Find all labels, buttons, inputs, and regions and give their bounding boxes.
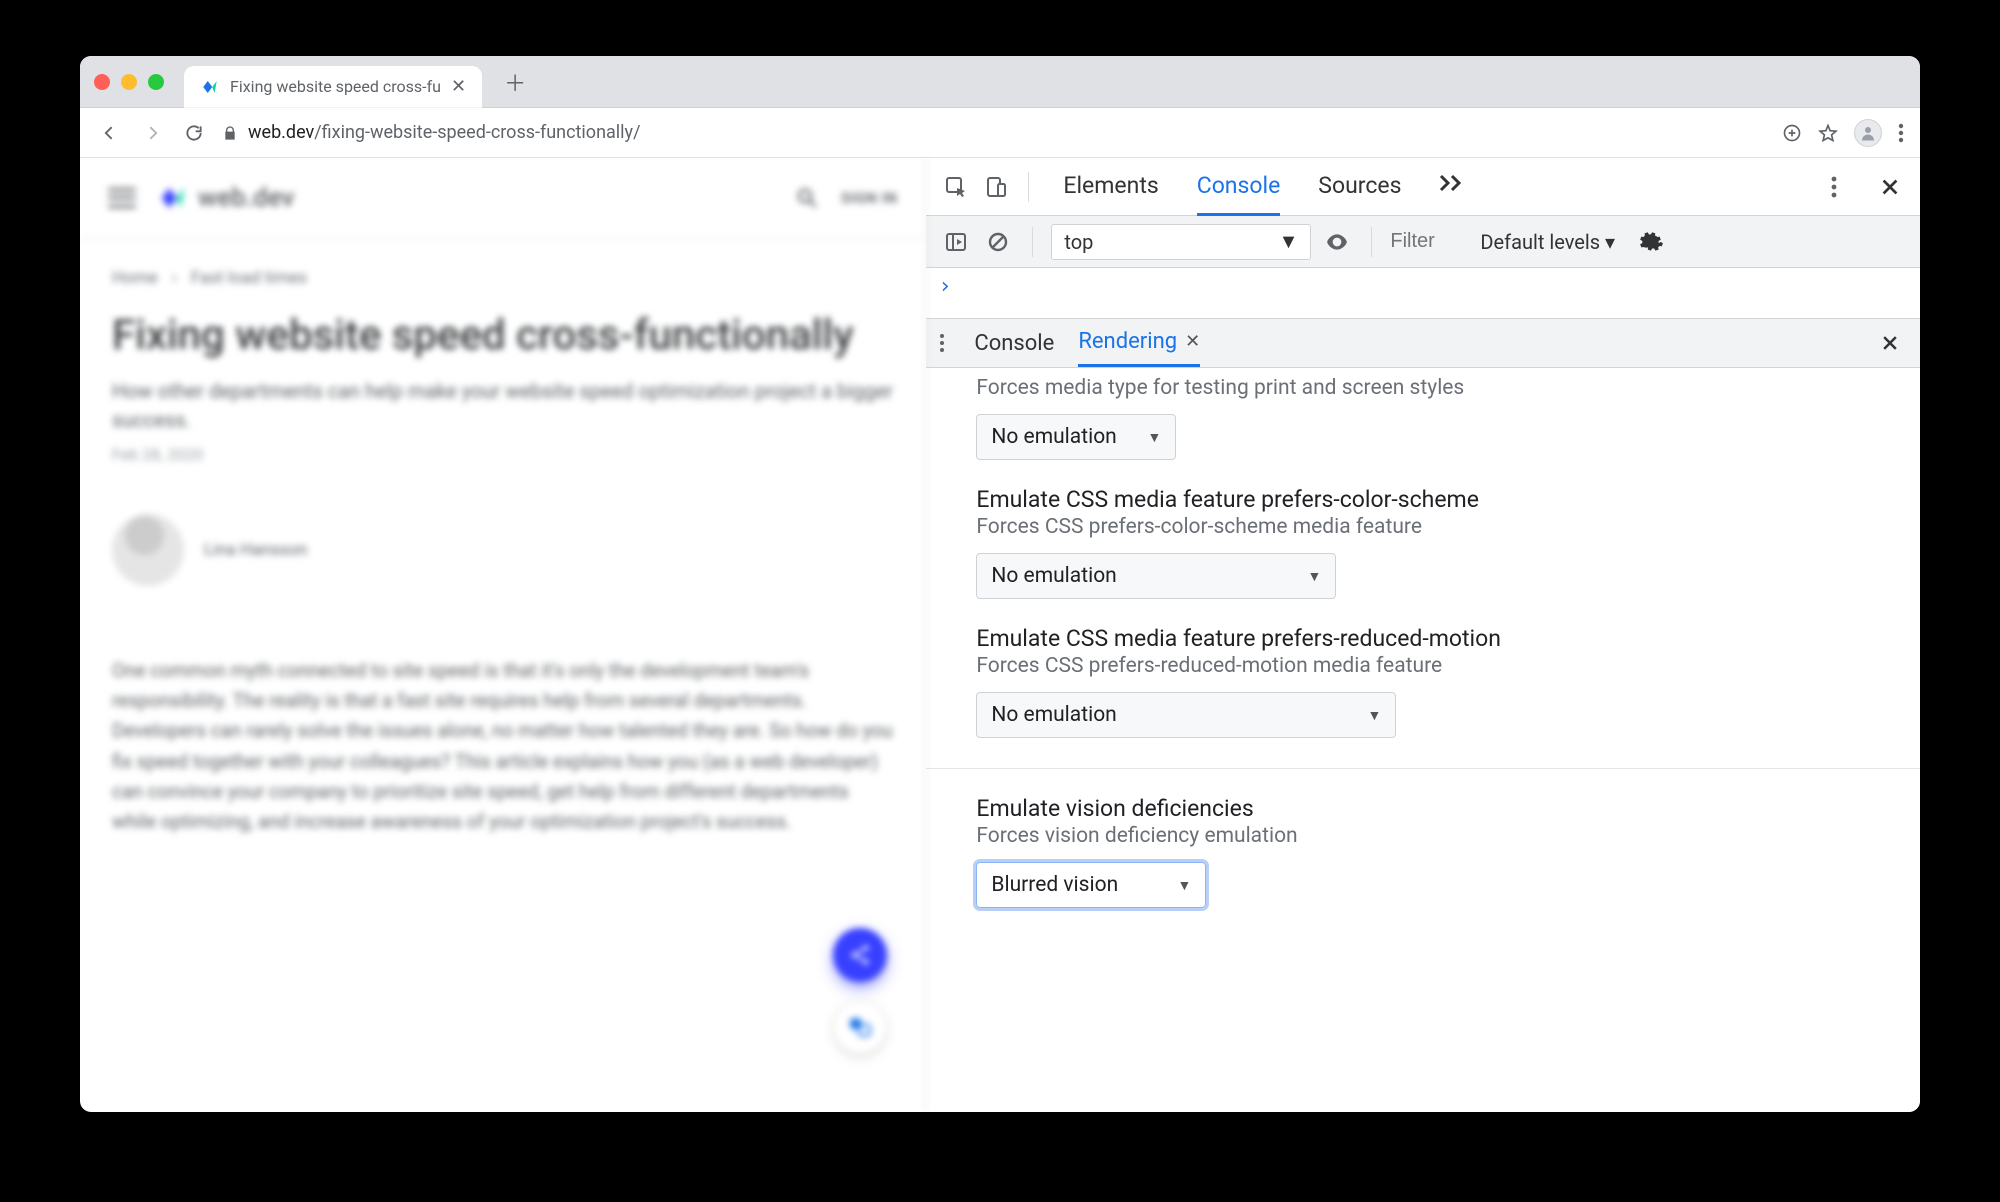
sign-in-link[interactable]: SIGN IN [841, 189, 897, 207]
devtools-close-icon[interactable] [1874, 171, 1906, 203]
drawer-tab-close-icon[interactable]: ✕ [1185, 331, 1200, 352]
color-scheme-select[interactable]: No emulation ▼ [976, 553, 1336, 599]
console-filter-input[interactable] [1390, 230, 1470, 253]
tab-close-icon[interactable]: ✕ [451, 76, 466, 97]
section-divider [926, 768, 1920, 769]
browser-tab[interactable]: Fixing website speed cross-fu ✕ [184, 66, 482, 108]
url-path: /fixing-website-speed-cross-functionally… [314, 122, 640, 143]
reduced-motion-desc: Forces CSS prefers-reduced-motion media … [976, 654, 1870, 678]
article-body: One common myth connected to site speed … [112, 656, 893, 838]
devtools-main-toolbar: Elements Console Sources [926, 158, 1920, 216]
color-scheme-title: Emulate CSS media feature prefers-color-… [976, 486, 1870, 513]
caret-down-icon: ▼ [1279, 229, 1299, 254]
new-tab-button[interactable]: ＋ [494, 66, 536, 98]
drawer-tab-console[interactable]: Console [974, 321, 1054, 366]
drawer-tab-rendering-label: Rendering [1078, 329, 1177, 354]
reduced-motion-select[interactable]: No emulation ▼ [976, 692, 1396, 738]
vision-title: Emulate vision deficiencies [976, 795, 1870, 822]
favicon-icon [200, 77, 220, 97]
inspect-element-icon[interactable] [940, 171, 972, 203]
rendering-panel[interactable]: Forces media type for testing print and … [926, 368, 1920, 1112]
crumb-home[interactable]: Home [112, 268, 158, 288]
clear-console-icon[interactable] [982, 226, 1014, 258]
reduced-motion-title: Emulate CSS media feature prefers-reduce… [976, 625, 1870, 652]
window-controls [94, 74, 164, 90]
bookmark-icon[interactable] [1818, 123, 1838, 143]
devtools-panel: Elements Console Sources top ▼ Default l… [926, 158, 1920, 1112]
crumb-section[interactable]: Fast load times [191, 268, 307, 288]
drawer-tab-rendering[interactable]: Rendering ✕ [1078, 319, 1200, 367]
vision-value: Blurred vision [991, 873, 1118, 897]
url-field[interactable]: web.dev/fixing-website-speed-cross-funct… [222, 122, 1768, 143]
tab-sources[interactable]: Sources [1318, 158, 1401, 216]
breadcrumb: Home › Fast load times [112, 268, 893, 288]
console-prompt-icon: › [938, 274, 951, 299]
minimize-window-button[interactable] [121, 74, 137, 90]
live-expression-icon[interactable] [1321, 226, 1353, 258]
address-bar: web.dev/fixing-website-speed-cross-funct… [80, 108, 1920, 158]
profile-avatar[interactable] [1854, 119, 1882, 147]
site-search-icon[interactable] [795, 186, 819, 210]
console-sidebar-toggle-icon[interactable] [940, 226, 972, 258]
nav-back-button[interactable] [96, 119, 124, 147]
caret-down-icon: ▼ [1308, 568, 1322, 585]
media-type-value: No emulation [991, 425, 1116, 449]
devtools-menu-icon[interactable] [1818, 171, 1850, 203]
browser-menu-icon[interactable] [1898, 123, 1904, 143]
install-icon[interactable] [1782, 123, 1802, 143]
rendered-page: web.dev SIGN IN Home › Fast load times F… [80, 158, 926, 1112]
color-scheme-desc: Forces CSS prefers-color-scheme media fe… [976, 515, 1870, 539]
reduced-motion-value: No emulation [991, 703, 1116, 727]
lock-icon [222, 125, 238, 141]
color-scheme-value: No emulation [991, 564, 1116, 588]
caret-down-icon: ▼ [1368, 707, 1382, 724]
tabs-overflow-icon[interactable] [1439, 158, 1465, 216]
tab-elements[interactable]: Elements [1063, 158, 1158, 216]
maximize-window-button[interactable] [148, 74, 164, 90]
drawer-close-icon[interactable] [1874, 327, 1906, 359]
tab-strip: Fixing website speed cross-fu ✕ ＋ [80, 56, 1920, 108]
device-toggle-icon[interactable] [980, 171, 1012, 203]
site-brand[interactable]: web.dev [158, 183, 294, 213]
log-level-select[interactable]: Default levels ▾ [1480, 230, 1615, 254]
vision-desc: Forces vision deficiency emulation [976, 824, 1870, 848]
reload-button[interactable] [180, 119, 208, 147]
drawer-menu-icon[interactable] [940, 334, 944, 352]
brand-text: web.dev [198, 183, 294, 213]
chevron-icon: › [172, 268, 177, 288]
page-subtitle: How other departments can help make your… [112, 377, 893, 435]
context-value: top [1064, 230, 1093, 254]
console-settings-icon[interactable] [1635, 226, 1667, 258]
close-window-button[interactable] [94, 74, 110, 90]
tab-console[interactable]: Console [1197, 158, 1281, 216]
drawer-tabs: Console Rendering ✕ [926, 318, 1920, 368]
media-type-select[interactable]: No emulation ▼ [976, 414, 1176, 460]
menu-icon[interactable] [108, 188, 136, 208]
nav-forward-button[interactable] [138, 119, 166, 147]
author-avatar [112, 514, 184, 586]
console-output[interactable]: › [926, 268, 1920, 318]
page-title: Fixing website speed cross-functionally [112, 310, 893, 363]
execution-context-select[interactable]: top ▼ [1051, 224, 1311, 260]
author-name[interactable]: Lina Hansson [204, 540, 308, 560]
translate-fab[interactable] [833, 1000, 887, 1054]
media-type-desc: Forces media type for testing print and … [976, 376, 1870, 400]
caret-down-icon: ▼ [1178, 877, 1192, 894]
tab-title: Fixing website speed cross-fu [230, 77, 441, 96]
publish-date: Feb 28, 2020 [112, 445, 893, 464]
share-fab[interactable] [833, 928, 887, 982]
url-domain: web.dev [248, 122, 314, 143]
caret-down-icon: ▼ [1148, 429, 1162, 446]
vision-deficiency-select[interactable]: Blurred vision ▼ [976, 862, 1206, 908]
console-toolbar: top ▼ Default levels ▾ [926, 216, 1920, 268]
